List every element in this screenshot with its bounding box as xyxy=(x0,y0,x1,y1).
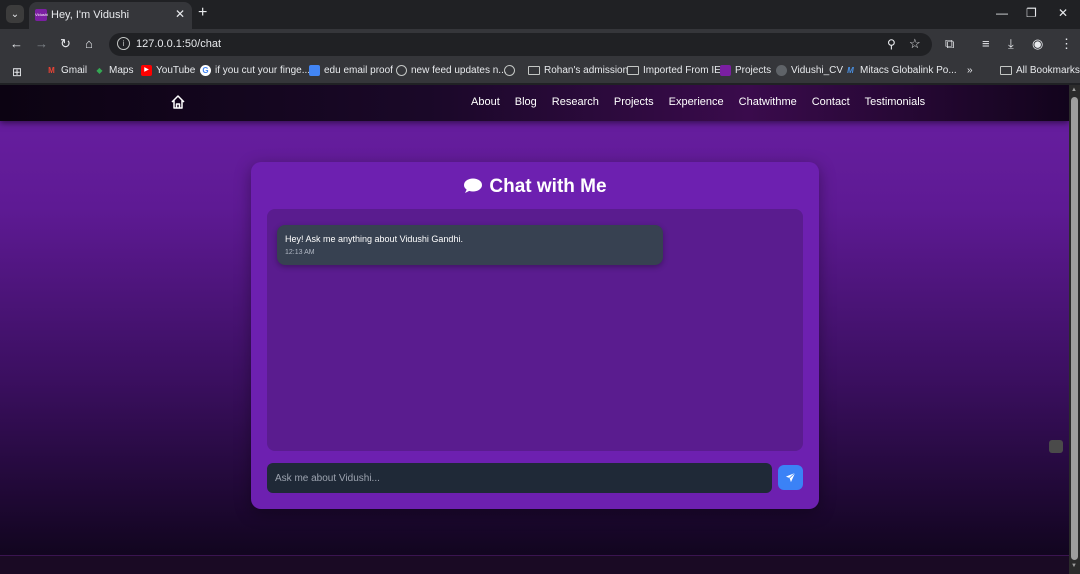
back-button[interactable]: ← xyxy=(10,36,23,51)
message-text: Hey! Ask me anything about Vidushi Gandh… xyxy=(285,234,463,244)
chat-messages-area[interactable]: Hey! Ask me anything about Vidushi Gandh… xyxy=(267,209,803,451)
bookmark-cv[interactable]: Vidushi_CV xyxy=(776,65,843,76)
reload-button[interactable]: ↻ xyxy=(60,36,71,52)
restore-button[interactable]: ❐ xyxy=(1026,6,1037,20)
zoom-icon[interactable]: ⚲ xyxy=(887,37,896,51)
gmail-icon: M xyxy=(48,66,55,75)
tab-title: Hey, I'm Vidushi xyxy=(51,9,130,21)
scrollbar-thumb[interactable] xyxy=(1071,97,1078,560)
bookmark-label: if you cut your finge... xyxy=(215,65,311,76)
bookmark-label: Vidushi_CV xyxy=(791,65,844,76)
address-bar[interactable]: i 127.0.0.1:50/chat ⚲ ☆ xyxy=(109,33,932,56)
bookmark-label: Projects xyxy=(735,65,772,76)
page-footer xyxy=(0,555,1069,574)
bookmark-projects[interactable]: Projects xyxy=(720,65,771,76)
all-bookmarks[interactable]: All Bookmarks xyxy=(1000,65,1080,76)
tab-strip: ⌄ Vidushi Hey, I'm Vidushi ✕ + — ❐ ✕ xyxy=(0,0,1080,29)
forward-button[interactable]: → xyxy=(35,36,48,51)
paper-plane-icon xyxy=(785,472,796,483)
nav-link-experience[interactable]: Experience xyxy=(669,96,724,108)
message-timestamp: 12:13 AM xyxy=(285,249,315,256)
chat-input[interactable] xyxy=(267,463,772,493)
youtube-icon: ▶ xyxy=(141,65,152,76)
downloads-icon[interactable]: ⤓ xyxy=(1008,36,1014,52)
mitacs-icon: M xyxy=(847,66,854,75)
nav-link-blog[interactable]: Blog xyxy=(515,96,537,108)
nav-link-testimonials[interactable]: Testimonials xyxy=(865,96,926,108)
chat-message: Hey! Ask me anything about Vidushi Gandh… xyxy=(277,225,663,265)
scroll-up-icon[interactable]: ▲ xyxy=(1071,87,1077,93)
bookmark-label: new feed updates n... xyxy=(411,65,507,76)
site-info-icon[interactable]: i xyxy=(117,37,130,50)
bookmark-label: Mitacs Globalink Po... xyxy=(860,65,957,76)
minimize-button[interactable]: — xyxy=(996,6,1008,20)
close-window-button[interactable]: ✕ xyxy=(1058,6,1068,20)
globe-icon xyxy=(504,65,515,76)
folder-icon xyxy=(627,66,639,75)
bookmark-mitacs[interactable]: M Mitacs Globalink Po... xyxy=(845,65,957,76)
tab-search-button[interactable]: ⌄ xyxy=(6,5,24,23)
nav-link-contact[interactable]: Contact xyxy=(812,96,850,108)
bookmark-label: Rohan's admission xyxy=(544,65,629,76)
doc-icon xyxy=(309,65,320,76)
site-icon xyxy=(720,65,731,76)
menu-icon[interactable]: ⋮ xyxy=(1060,36,1073,52)
page-scrollbar[interactable]: ▲ ▼ xyxy=(1069,85,1080,574)
folder-icon xyxy=(528,66,540,75)
google-icon: G xyxy=(200,65,211,76)
bookmarks-overflow-button[interactable]: » xyxy=(967,65,973,76)
bookmarks-bar: ⊞ M Gmail ◆ Maps ▶ YouTube Gif you cut your… xyxy=(0,60,1080,84)
bookmark-label: Maps xyxy=(109,65,134,76)
bookmark-rohan[interactable]: Rohan's admission xyxy=(528,65,628,76)
cv-icon xyxy=(776,65,787,76)
bookmark-star-icon[interactable]: ☆ xyxy=(909,36,921,52)
nav-link-projects[interactable]: Projects xyxy=(614,96,654,108)
bookmark-maps[interactable]: ◆ Maps xyxy=(94,65,133,76)
bookmark-label: Gmail xyxy=(61,65,88,76)
home-button[interactable]: ⌂ xyxy=(85,36,93,51)
nav-link-chatwithme[interactable]: Chatwithme xyxy=(739,96,797,108)
bookmark-youtube[interactable]: ▶ YouTube xyxy=(141,65,195,76)
bookmark-feed[interactable]: new feed updates n... xyxy=(396,65,507,76)
bookmark-label: YouTube xyxy=(156,65,196,76)
extensions-icon[interactable]: ⧉ xyxy=(945,36,954,52)
bookmark-label: edu email proof xyxy=(324,65,393,76)
send-button[interactable] xyxy=(778,465,803,490)
site-navbar: About Blog Research Projects Experience … xyxy=(0,85,1069,121)
scroll-down-icon[interactable]: ▼ xyxy=(1071,563,1077,569)
gamepad-icon[interactable] xyxy=(1049,440,1063,453)
folder-icon xyxy=(1000,66,1012,75)
url-text[interactable]: 127.0.0.1:50/chat xyxy=(136,38,221,50)
chat-bubble-icon xyxy=(464,178,483,193)
all-bookmarks-label: All Bookmarks xyxy=(1016,65,1080,76)
globe-icon xyxy=(396,65,407,76)
chat-title-text: Chat with Me xyxy=(489,176,607,197)
chat-card: Chat with Me Hey! Ask me anything about … xyxy=(251,162,819,509)
bookmark-globe[interactable] xyxy=(504,65,515,76)
active-tab[interactable]: Vidushi Hey, I'm Vidushi ✕ xyxy=(29,2,192,29)
new-tab-button[interactable]: + xyxy=(198,4,207,22)
nav-link-about[interactable]: About xyxy=(471,96,500,108)
tab-close-icon[interactable]: ✕ xyxy=(175,7,185,21)
bookmark-google[interactable]: Gif you cut your finge... xyxy=(200,65,310,76)
nav-link-research[interactable]: Research xyxy=(552,96,599,108)
bookmark-edu-email[interactable]: edu email proof xyxy=(309,65,393,76)
bookmark-gmail[interactable]: M Gmail xyxy=(46,65,87,76)
apps-icon[interactable]: ⊞ xyxy=(12,65,22,79)
media-icon[interactable]: ≡ xyxy=(982,36,990,51)
profile-avatar-icon[interactable]: ◉ xyxy=(1032,36,1043,52)
page-viewport: About Blog Research Projects Experience … xyxy=(0,85,1069,574)
chat-title: Chat with Me xyxy=(251,176,819,198)
tab-favicon: Vidushi xyxy=(35,9,48,21)
home-icon[interactable] xyxy=(170,94,186,110)
bookmark-label: Imported From IE xyxy=(643,65,721,76)
nav-links: About Blog Research Projects Experience … xyxy=(471,96,925,108)
maps-icon: ◆ xyxy=(96,66,103,75)
bookmark-imported[interactable]: Imported From IE xyxy=(627,65,721,76)
browser-toolbar: ← → ↻ ⌂ i 127.0.0.1:50/chat ⚲ ☆ ⧉ ≡ ⤓ ◉ … xyxy=(0,29,1080,60)
